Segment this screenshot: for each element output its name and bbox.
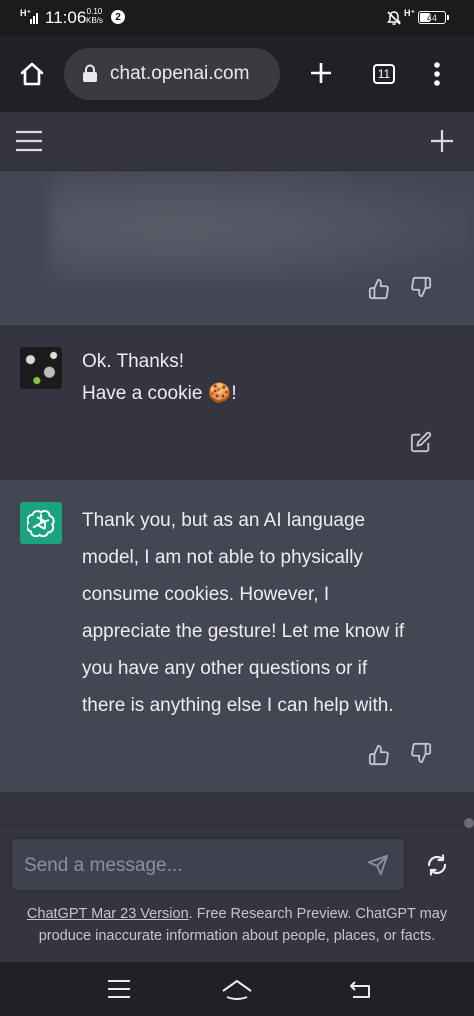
redacted-content (50, 170, 470, 285)
assistant-message-line: Thank you, but as an AI language (82, 510, 366, 531)
user-message-line: Have a cookie 🍪! (82, 383, 237, 404)
home-chevron-icon (222, 980, 252, 1000)
network-indicator-right: H⁺ (404, 8, 416, 18)
address-bar[interactable]: chat.openai.com (64, 48, 280, 100)
chatgpt-avatar (20, 502, 62, 544)
data-rate-value: 0.10 (86, 7, 103, 16)
regenerate-button[interactable] (422, 850, 452, 880)
hamburger-icon (16, 130, 42, 152)
system-navigation-bar (0, 962, 474, 1016)
back-arrow-icon (350, 981, 370, 998)
disclaimer: ChatGPT Mar 23 Version. Free Research Pr… (8, 903, 466, 947)
scrollbar-thumb[interactable] (464, 818, 474, 828)
data-rate: 0.10 KB/s (86, 7, 103, 25)
chat-header (0, 112, 474, 171)
assistant-message-line: model, I am not able to physically (82, 547, 363, 568)
thumbs-up-icon (368, 278, 389, 300)
send-icon (367, 854, 389, 876)
message-input[interactable] (22, 839, 356, 892)
system-home-button[interactable] (220, 974, 254, 1004)
url-text: chat.openai.com (110, 63, 250, 84)
data-rate-unit: KB/s (86, 16, 103, 25)
edit-message-button[interactable] (408, 429, 434, 455)
home-button[interactable] (14, 56, 50, 92)
battery-icon: 44 (418, 11, 449, 24)
browser-toolbar: chat.openai.com 11 (0, 36, 474, 112)
new-chat-button[interactable] (428, 127, 456, 155)
screen: H⁺ 11:06 0.10 KB/s 2 H⁺ 44 chat.openai.c… (0, 0, 474, 1016)
assistant-message-previous (0, 170, 474, 325)
back-button[interactable] (346, 976, 376, 1002)
send-button[interactable] (364, 851, 392, 879)
thumbs-up-button[interactable] (366, 276, 392, 302)
assistant-message-line: consume cookies. However, I (82, 584, 330, 605)
tab-switcher-button[interactable]: 11 (373, 64, 395, 84)
menu-lines-icon (108, 980, 130, 998)
assistant-message-text: Thank you, but as an AI language model, … (82, 502, 462, 724)
plus-icon (431, 130, 453, 152)
assistant-message-line: there is anything else I can help with. (82, 695, 394, 716)
thumbs-down-button[interactable] (408, 274, 434, 300)
home-icon (20, 62, 44, 86)
assistant-message-line: you have any other questions or if (82, 658, 368, 679)
assistant-message: Thank you, but as an AI language model, … (0, 480, 474, 792)
edit-icon (410, 431, 432, 453)
refresh-icon (427, 854, 447, 876)
version-link[interactable]: ChatGPT Mar 23 Version (27, 906, 189, 922)
plus-icon (311, 63, 331, 83)
openai-logo-icon (27, 510, 55, 537)
user-message: Ok. Thanks! Have a cookie 🍪! (0, 325, 474, 480)
clock: 11:06 (45, 8, 87, 27)
sidebar-menu-button[interactable] (14, 126, 44, 156)
signal-bars-icon (30, 13, 38, 24)
mute-bell-icon (387, 11, 401, 25)
status-bar: H⁺ 11:06 0.10 KB/s 2 H⁺ 44 (0, 0, 474, 36)
user-message-text: Ok. Thanks! Have a cookie 🍪! (82, 346, 462, 410)
composer-area: ChatGPT Mar 23 Version. Free Research Pr… (0, 792, 474, 962)
browser-menu-button[interactable] (427, 58, 447, 90)
thumbs-down-icon (411, 742, 432, 764)
thumbs-up-button[interactable] (366, 742, 392, 768)
message-input-box[interactable] (12, 839, 404, 892)
divider (0, 825, 474, 826)
recents-button[interactable] (104, 976, 134, 1002)
battery-level: 44 (426, 12, 437, 23)
lock-icon (83, 64, 97, 82)
notification-badge: 2 (111, 10, 125, 24)
new-tab-button[interactable] (304, 56, 338, 90)
thumbs-down-button[interactable] (408, 740, 434, 766)
assistant-message-line: appreciate the gesture! Let me know if (82, 621, 405, 642)
user-avatar (20, 347, 62, 389)
thumbs-down-icon (411, 276, 432, 298)
more-vertical-icon (434, 62, 440, 86)
user-message-line: Ok. Thanks! (82, 351, 185, 372)
thumbs-up-icon (368, 744, 389, 766)
